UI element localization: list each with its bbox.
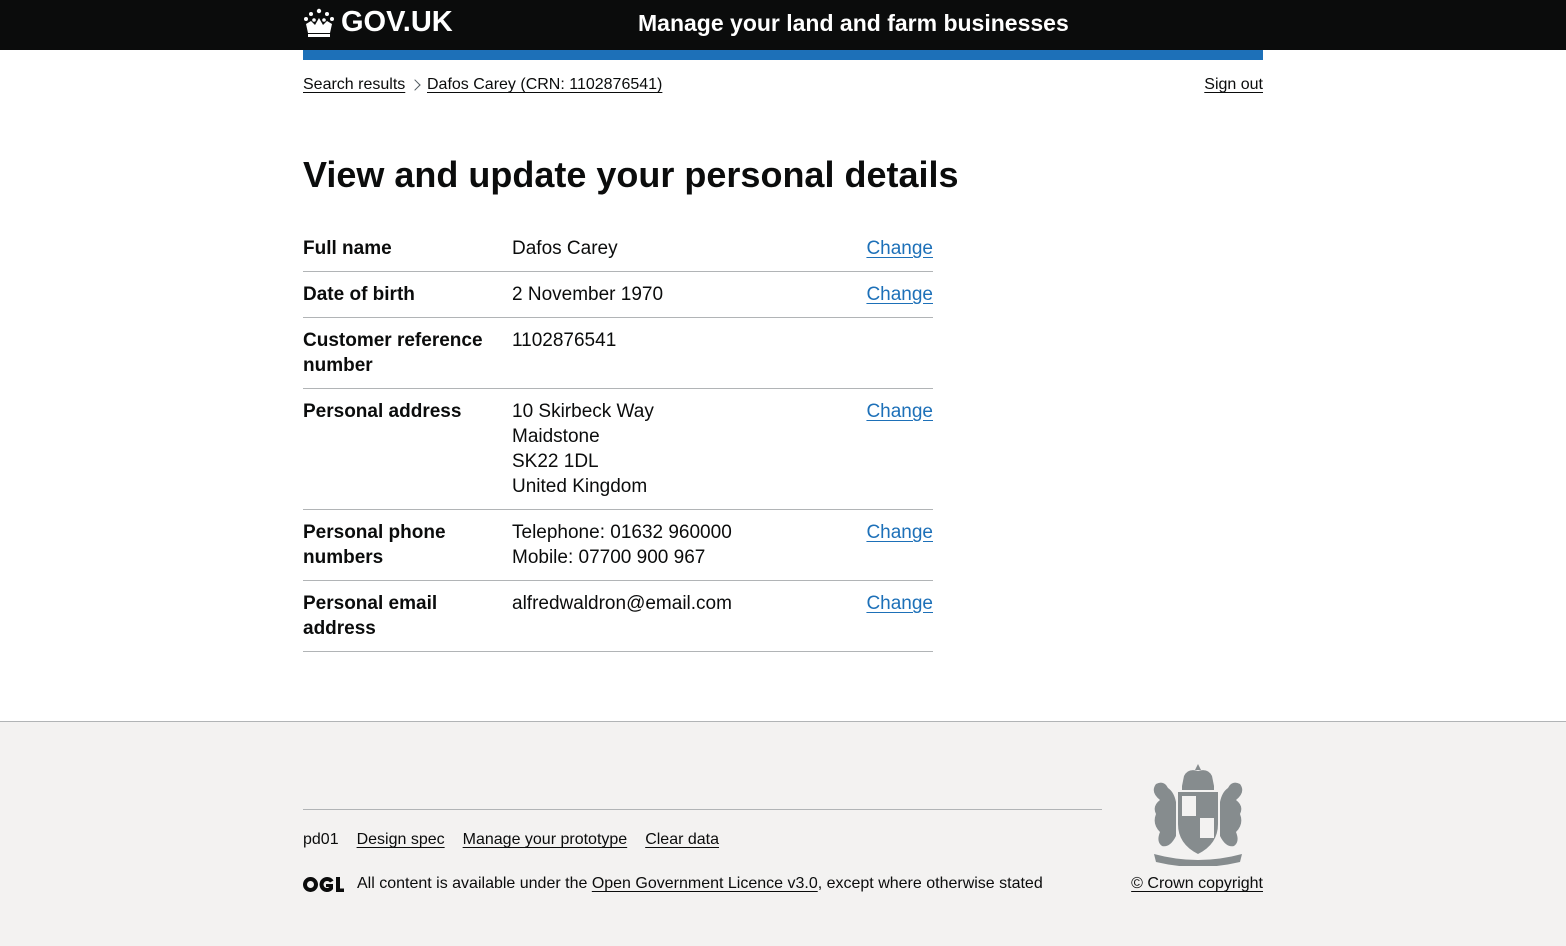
summary-key: Date of birth (303, 284, 415, 305)
summary-value-line: SK22 1DL (512, 451, 599, 472)
govuk-logo-link[interactable]: GOV.UK (303, 6, 453, 39)
breadcrumb-customer[interactable]: Dafos Carey (CRN: 1102876541) (427, 76, 662, 94)
service-name[interactable]: Manage your land and farm businesses (638, 10, 1069, 37)
crown-copyright-link[interactable]: © Crown copyright (1131, 875, 1263, 893)
summary-value: 2 November 1970 (512, 282, 663, 307)
summary-key: Personal email address (303, 593, 438, 639)
site-header: GOV.UK Manage your land and farm busines… (0, 0, 1566, 50)
summary-value-line: Telephone: 01632 960000 (512, 522, 732, 543)
footer-links: pd01 Design spec Manage your prototype C… (303, 831, 719, 849)
summary-value: Dafos Carey (512, 236, 618, 261)
change-phone-numbers-link[interactable]: Change (866, 520, 933, 545)
licence-suffix: , except where otherwise stated (817, 875, 1043, 892)
govuk-logo-text: GOV.UK (341, 6, 453, 38)
summary-value-line: Dafos Carey (512, 238, 618, 259)
summary-row-email-address: Personal email address alfredwaldron@ema… (303, 591, 933, 652)
footer-page-id: pd01 (303, 831, 339, 848)
crown-icon (304, 8, 334, 37)
summary-value: 10 Skirbeck Way Maidstone SK22 1DL Unite… (512, 399, 654, 499)
summary-value: Telephone: 01632 960000 Mobile: 07700 90… (512, 520, 732, 570)
site-footer: pd01 Design spec Manage your prototype C… (0, 721, 1566, 946)
summary-row-date-of-birth: Date of birth 2 November 1970 Change (303, 282, 933, 318)
breadcrumb: Search results Dafos Carey (CRN: 1102876… (303, 76, 1263, 98)
ogl-logo-icon (303, 876, 344, 892)
footer-divider (303, 809, 1102, 810)
summary-key: Full name (303, 238, 392, 259)
summary-key: Personal address (303, 401, 462, 422)
open-government-licence-link[interactable]: Open Government Licence v3.0 (592, 875, 818, 893)
summary-value: 1102876541 (512, 328, 616, 353)
summary-key: Customer reference number (303, 330, 483, 376)
summary-row-phone-numbers: Personal phone numbers Telephone: 01632 … (303, 520, 933, 581)
summary-key: Personal phone numbers (303, 522, 446, 568)
summary-value-line: 10 Skirbeck Way (512, 401, 654, 422)
royal-crest-icon (1153, 764, 1243, 866)
chevron-right-icon (409, 79, 421, 91)
footer-licence: All content is available under the Open … (303, 875, 1043, 893)
licence-prefix: All content is available under the (357, 875, 592, 892)
change-email-address-link[interactable]: Change (866, 591, 933, 616)
summary-value-line: Maidstone (512, 426, 600, 447)
summary-value-line: Mobile: 07700 900 967 (512, 547, 706, 568)
header-container: GOV.UK Manage your land and farm busines… (303, 0, 1263, 50)
change-personal-address-link[interactable]: Change (866, 399, 933, 424)
summary-value-line: alfredwaldron@email.com (512, 593, 732, 614)
header-blue-bar (303, 50, 1263, 60)
summary-row-personal-address: Personal address 10 Skirbeck Way Maidsto… (303, 399, 933, 510)
summary-value-line: 1102876541 (512, 330, 617, 351)
design-spec-link[interactable]: Design spec (357, 831, 445, 849)
manage-prototype-link[interactable]: Manage your prototype (463, 831, 628, 849)
summary-list: Full name Dafos Carey Change Date of bir… (303, 236, 933, 652)
change-full-name-link[interactable]: Change (866, 236, 933, 261)
summary-row-crn: Customer reference number 1102876541 (303, 328, 933, 389)
sign-out-link[interactable]: Sign out (1204, 76, 1263, 94)
breadcrumb-search-results[interactable]: Search results (303, 76, 405, 94)
change-date-of-birth-link[interactable]: Change (866, 282, 933, 307)
summary-row-full-name: Full name Dafos Carey Change (303, 236, 933, 272)
summary-value-line: 2 November 1970 (512, 284, 664, 305)
summary-value: alfredwaldron@email.com (512, 591, 732, 616)
page-title: View and update your personal details (303, 154, 959, 195)
summary-value-line: United Kingdom (512, 476, 648, 497)
clear-data-link[interactable]: Clear data (645, 831, 719, 849)
